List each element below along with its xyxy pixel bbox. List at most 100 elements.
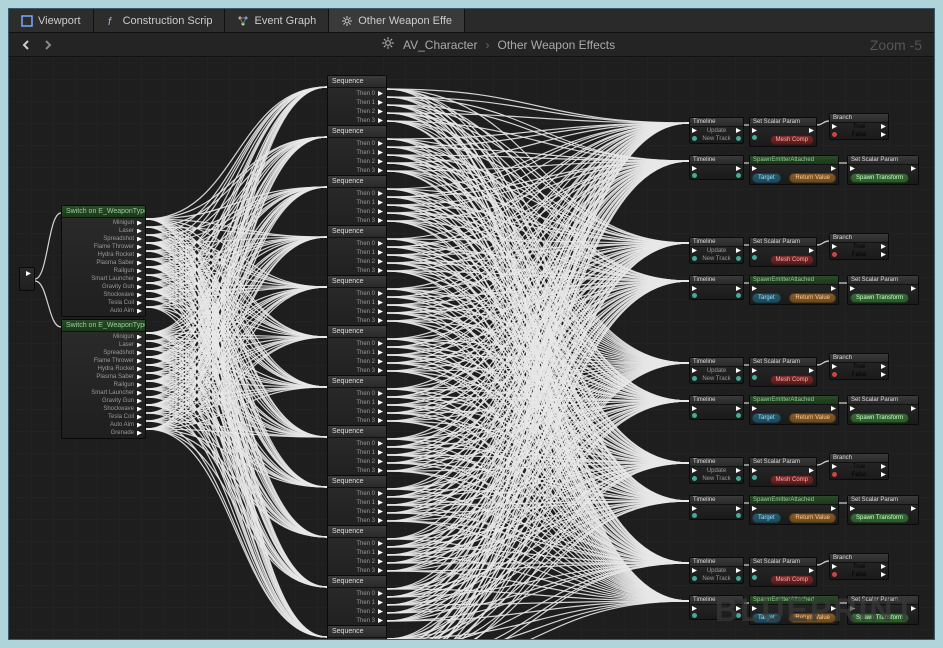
then-pin[interactable]: Then 3 (331, 116, 383, 125)
tab-other-weapon[interactable]: Other Weapon Effe (329, 9, 465, 32)
then-pin[interactable]: Then 2 (331, 157, 383, 166)
output-pin[interactable]: Gravity Gun (65, 397, 142, 405)
then-pin[interactable]: Then 3 (331, 316, 383, 325)
breadcrumb-current[interactable]: Other Weapon Effects (497, 38, 615, 52)
flow-node[interactable]: Set Scalar ParamSpawn Transform (847, 155, 919, 185)
output-pin[interactable]: Hydra Rocket (65, 251, 142, 259)
then-pin[interactable]: Then 1 (331, 148, 383, 157)
then-pin[interactable]: Then 1 (331, 198, 383, 207)
branch-node[interactable]: BranchTrueFalse (829, 553, 889, 580)
then-pin[interactable]: Then 0 (331, 539, 383, 548)
output-pin[interactable]: Flame Thrower (65, 357, 142, 365)
output-pin[interactable]: Spreadshot (65, 235, 142, 243)
then-pin[interactable]: Then 1 (331, 348, 383, 357)
flow-node[interactable]: Set Scalar ParamMesh Comp (749, 457, 817, 487)
flow-node[interactable]: Set Scalar ParamMesh Comp (749, 237, 817, 267)
then-pin[interactable]: Then 0 (331, 239, 383, 248)
then-pin[interactable]: Then 2 (331, 307, 383, 316)
then-pin[interactable]: Then 0 (331, 189, 383, 198)
output-pin[interactable]: Auto Aim (65, 421, 142, 429)
output-pin[interactable]: Shockwave (65, 291, 142, 299)
then-pin[interactable]: Then 0 (331, 289, 383, 298)
then-pin[interactable]: Then 3 (331, 266, 383, 275)
output-pin[interactable]: Minigun (65, 219, 142, 227)
switch-node-2[interactable]: Switch on E_WeaponType MinigunLaserSprea… (61, 319, 146, 439)
then-pin[interactable]: Then 1 (331, 548, 383, 557)
spawn-node[interactable]: SpawnEmitterAttachedTargetReturn Value (749, 395, 839, 425)
flow-node[interactable]: Set Scalar ParamMesh Comp (749, 557, 817, 587)
flow-node[interactable]: TimelineUpdateNew Track (689, 457, 744, 484)
graph-canvas[interactable]: Switch on E_WeaponType MinigunLaserSprea… (9, 57, 934, 639)
then-pin[interactable]: Then 0 (331, 439, 383, 448)
tab-viewport[interactable]: Viewport (9, 9, 94, 32)
then-pin[interactable]: Then 0 (331, 489, 383, 498)
then-pin[interactable]: Then 2 (331, 357, 383, 366)
spawn-node[interactable]: SpawnEmitterAttachedTargetReturn Value (749, 155, 839, 185)
flow-node[interactable]: Set Scalar ParamMesh Comp (749, 117, 817, 147)
then-pin[interactable]: Then 2 (331, 107, 383, 116)
output-pin[interactable]: Flame Thrower (65, 243, 142, 251)
then-pin[interactable]: Then 1 (331, 598, 383, 607)
tab-construction[interactable]: f Construction Scrip (94, 9, 226, 32)
breadcrumb-root[interactable]: AV_Character (403, 38, 477, 52)
output-pin[interactable]: Tesla Coil (65, 299, 142, 307)
then-pin[interactable]: Then 3 (331, 516, 383, 525)
then-pin[interactable]: Then 2 (331, 207, 383, 216)
output-pin[interactable]: Grenade (65, 429, 142, 437)
branch-node[interactable]: BranchTrueFalse (829, 233, 889, 260)
output-pin[interactable]: Railgun (65, 381, 142, 389)
output-pin[interactable]: Laser (65, 341, 142, 349)
tab-event-graph[interactable]: Event Graph (225, 9, 329, 32)
output-pin[interactable]: Plasma Saber (65, 259, 142, 267)
then-pin[interactable]: Then 0 (331, 389, 383, 398)
then-pin[interactable]: Then 3 (331, 466, 383, 475)
nav-forward-button[interactable] (39, 36, 57, 54)
then-pin[interactable]: Then 1 (331, 98, 383, 107)
output-pin[interactable]: Smart Launcher (65, 275, 142, 283)
output-pin[interactable]: Smart Launcher (65, 389, 142, 397)
flow-node[interactable]: Timeline (689, 395, 744, 420)
sequence-node[interactable]: SequenceThen 0Then 1Then 2Then 3Then 4 (327, 625, 387, 639)
flow-node[interactable]: Set Scalar ParamSpawn Transform (847, 275, 919, 305)
then-pin[interactable]: Then 2 (331, 407, 383, 416)
flow-node[interactable]: Set Scalar ParamSpawn Transform (847, 395, 919, 425)
output-pin[interactable]: Plasma Saber (65, 373, 142, 381)
then-pin[interactable]: Then 3 (331, 416, 383, 425)
then-pin[interactable]: Then 2 (331, 257, 383, 266)
flow-node[interactable]: TimelineUpdateNew Track (689, 557, 744, 584)
then-pin[interactable]: Then 3 (331, 616, 383, 625)
branch-node[interactable]: BranchTrueFalse (829, 453, 889, 480)
flow-node[interactable]: Set Scalar ParamSpawn Transform (847, 495, 919, 525)
output-pin[interactable]: Gravity Gun (65, 283, 142, 291)
flow-node[interactable]: Timeline (689, 495, 744, 520)
then-pin[interactable]: Then 2 (331, 507, 383, 516)
then-pin[interactable]: Then 3 (331, 566, 383, 575)
then-pin[interactable]: Then 1 (331, 498, 383, 507)
then-pin[interactable]: Then 3 (331, 366, 383, 375)
then-pin[interactable]: Then 1 (331, 298, 383, 307)
then-pin[interactable]: Then 0 (331, 339, 383, 348)
then-pin[interactable]: Then 1 (331, 398, 383, 407)
flow-node[interactable]: Timeline (689, 155, 744, 180)
flow-node[interactable]: TimelineUpdateNew Track (689, 237, 744, 264)
flow-node[interactable]: TimelineUpdateNew Track (689, 117, 744, 144)
then-pin[interactable]: Then 3 (331, 216, 383, 225)
output-pin[interactable]: Spreadshot (65, 349, 142, 357)
spawn-node[interactable]: SpawnEmitterAttachedTargetReturn Value (749, 495, 839, 525)
entry-node[interactable] (19, 267, 35, 291)
then-pin[interactable]: Then 3 (331, 166, 383, 175)
output-pin[interactable]: Laser (65, 227, 142, 235)
output-pin[interactable]: Shockwave (65, 405, 142, 413)
nav-back-button[interactable] (17, 36, 35, 54)
output-pin[interactable]: Railgun (65, 267, 142, 275)
then-pin[interactable]: Then 1 (331, 248, 383, 257)
spawn-node[interactable]: SpawnEmitterAttachedTargetReturn Value (749, 275, 839, 305)
flow-node[interactable]: Timeline (689, 275, 744, 300)
then-pin[interactable]: Then 2 (331, 557, 383, 566)
branch-node[interactable]: BranchTrueFalse (829, 353, 889, 380)
then-pin[interactable]: Then 0 (331, 89, 383, 98)
flow-node[interactable]: Set Scalar ParamMesh Comp (749, 357, 817, 387)
then-pin[interactable]: Then 0 (331, 139, 383, 148)
flow-node[interactable]: TimelineUpdateNew Track (689, 357, 744, 384)
then-pin[interactable]: Then 2 (331, 607, 383, 616)
